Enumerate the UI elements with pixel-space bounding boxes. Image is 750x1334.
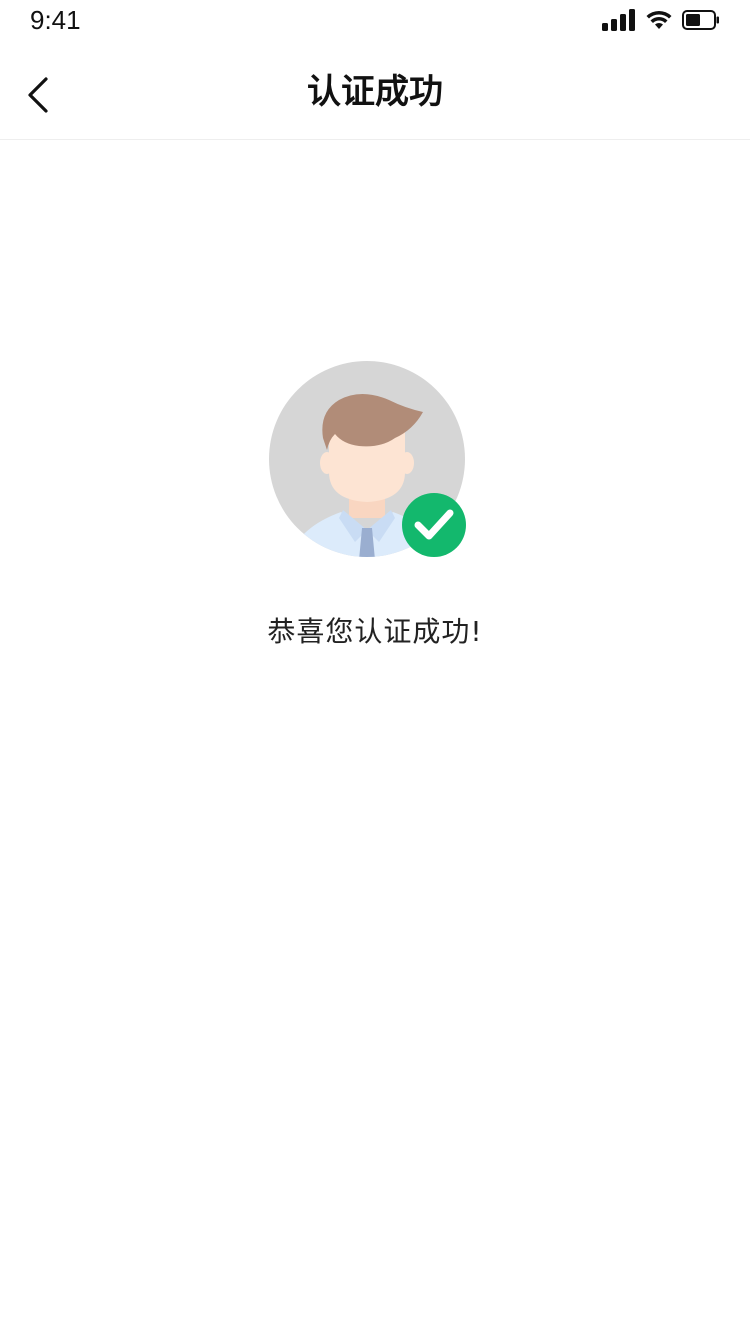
battery-icon [682, 10, 720, 30]
success-badge [402, 493, 466, 557]
verified-avatar [269, 360, 469, 560]
status-icons [602, 8, 720, 32]
status-time: 9:41 [30, 5, 81, 35]
success-message: 恭喜您认证成功! [267, 615, 483, 648]
status-bar: 9:41 [0, 0, 750, 40]
nav-bar: 认证成功 [0, 40, 750, 140]
wifi-icon [646, 10, 672, 30]
page-title: 认证成功 [307, 72, 443, 112]
cellular-signal-icon [602, 9, 636, 31]
